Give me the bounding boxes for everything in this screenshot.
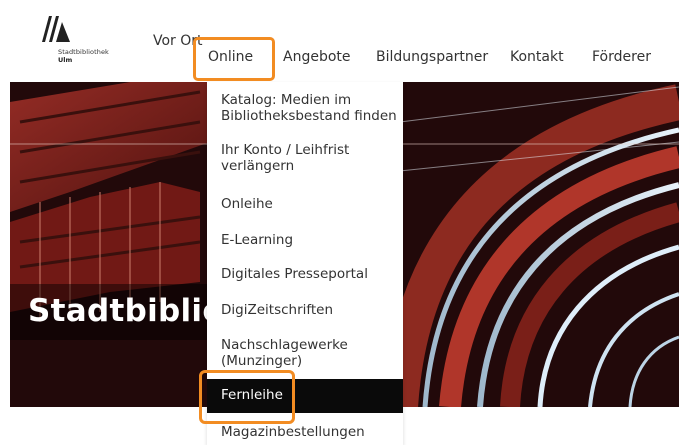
- site-header: Stadtbibliothek Ulm Vor Ort Online Angeb…: [0, 0, 679, 82]
- menu-item-fernleihe[interactable]: Fernleihe: [207, 379, 403, 413]
- nav-vor-ort[interactable]: Vor Ort: [153, 33, 203, 50]
- nav-online[interactable]: Online: [208, 49, 253, 66]
- nav-foerderer[interactable]: Förderer: [592, 49, 651, 66]
- nav-angebote[interactable]: Angebote: [283, 49, 351, 66]
- online-dropdown-menu: Katalog: Medien im Bibliotheksbestand fi…: [207, 82, 403, 445]
- menu-item-katalog[interactable]: Katalog: Medien im Bibliotheksbestand fi…: [221, 92, 401, 124]
- menu-item-magazinbestellungen[interactable]: Magazinbestellungen: [221, 424, 401, 440]
- menu-item-konto[interactable]: Ihr Konto / Leihfrist verlängern: [221, 142, 401, 174]
- menu-item-onleihe[interactable]: Onleihe: [221, 196, 401, 212]
- menu-item-presseportal[interactable]: Digitales Presseportal: [221, 266, 401, 282]
- nav-bildungspartner[interactable]: Bildungspartner: [376, 49, 488, 66]
- library-logo[interactable]: Stadtbibliothek Ulm: [40, 12, 120, 70]
- menu-item-e-learning[interactable]: E-Learning: [221, 232, 401, 248]
- menu-item-nachschlagewerke[interactable]: Nachschlagewerke (Munzinger): [221, 337, 401, 369]
- logo-name: Stadtbibliothek: [58, 48, 109, 56]
- menu-item-digizeitschriften[interactable]: DigiZeitschriften: [221, 302, 401, 318]
- logo-mark-icon: [42, 16, 70, 42]
- logo-city: Ulm: [58, 56, 73, 64]
- nav-kontakt[interactable]: Kontakt: [510, 49, 564, 66]
